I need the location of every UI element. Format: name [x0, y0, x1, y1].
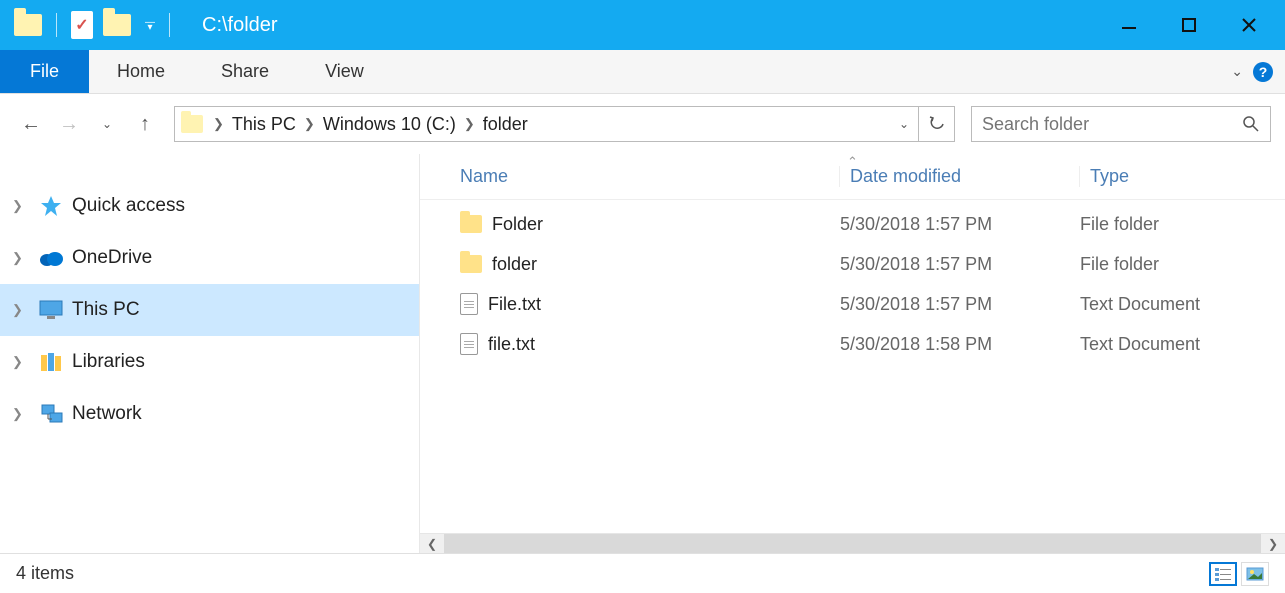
- breadcrumb[interactable]: folder: [475, 114, 536, 135]
- qat-new-folder-icon[interactable]: [103, 11, 131, 39]
- text-file-icon: [460, 293, 478, 315]
- file-name: file.txt: [488, 334, 535, 355]
- navigation-pane: ❯ Quick access ❯ OneDrive ❯ This PC ❯ Li…: [0, 154, 420, 553]
- file-tab[interactable]: File: [0, 50, 89, 93]
- pc-icon: [38, 297, 64, 323]
- breadcrumb[interactable]: This PC: [224, 114, 304, 135]
- expand-icon[interactable]: ❯: [12, 250, 30, 266]
- breadcrumb[interactable]: Windows 10 (C:): [315, 114, 464, 135]
- file-row[interactable]: file.txt 5/30/2018 1:58 PMText Document: [420, 324, 1285, 364]
- chevron-right-icon[interactable]: ❯: [464, 116, 475, 132]
- chevron-right-icon[interactable]: ❯: [213, 116, 224, 132]
- chevron-right-icon[interactable]: ❯: [304, 116, 315, 132]
- content-body: ❯ Quick access ❯ OneDrive ❯ This PC ❯ Li…: [0, 154, 1285, 553]
- tree-label: Libraries: [72, 351, 145, 373]
- file-type: Text Document: [1080, 334, 1280, 355]
- tree-item-libraries[interactable]: ❯ Libraries: [0, 336, 419, 388]
- navigation-bar: ← → ⌄ ↑ ❯ This PC ❯ Windows 10 (C:) ❯ fo…: [0, 94, 1285, 154]
- file-type: File folder: [1080, 214, 1280, 235]
- file-row[interactable]: Folder 5/30/2018 1:57 PMFile folder: [420, 204, 1285, 244]
- expand-icon[interactable]: ❯: [12, 198, 30, 214]
- expand-icon[interactable]: ❯: [12, 302, 30, 318]
- file-row[interactable]: folder 5/30/2018 1:57 PMFile folder: [420, 244, 1285, 284]
- help-button[interactable]: ?: [1253, 62, 1273, 82]
- file-name: Folder: [492, 214, 543, 235]
- file-modified: 5/30/2018 1:58 PM: [840, 334, 1080, 355]
- search-box[interactable]: [971, 106, 1271, 142]
- back-button[interactable]: ←: [14, 107, 48, 141]
- status-item-count: 4 items: [16, 563, 74, 584]
- search-input[interactable]: [982, 114, 1242, 135]
- search-icon[interactable]: [1242, 115, 1260, 133]
- minimize-button[interactable]: [1099, 0, 1159, 50]
- maximize-button[interactable]: [1159, 0, 1219, 50]
- share-tab[interactable]: Share: [193, 61, 297, 82]
- window-folder-icon: [14, 11, 42, 39]
- window-title: C:\folder: [202, 14, 278, 37]
- file-type: File folder: [1080, 254, 1280, 275]
- folder-icon: [460, 215, 482, 233]
- tree-item-network[interactable]: ❯ Network: [0, 388, 419, 440]
- column-header-name[interactable]: Name: [450, 166, 840, 187]
- details-view-button[interactable]: [1209, 562, 1237, 586]
- file-modified: 5/30/2018 1:57 PM: [840, 214, 1080, 235]
- close-button[interactable]: [1219, 0, 1279, 50]
- address-dropdown-icon[interactable]: ⌄: [890, 117, 918, 131]
- address-folder-icon: [181, 115, 203, 133]
- file-modified: 5/30/2018 1:57 PM: [840, 254, 1080, 275]
- file-name: folder: [492, 254, 537, 275]
- text-file-icon: [460, 333, 478, 355]
- file-row[interactable]: File.txt 5/30/2018 1:57 PMText Document: [420, 284, 1285, 324]
- qat-customize-button[interactable]: —▾: [145, 20, 155, 30]
- cloud-icon: [38, 245, 64, 271]
- refresh-button[interactable]: [918, 107, 954, 141]
- tree-label: Quick access: [72, 195, 185, 217]
- expand-icon[interactable]: ❯: [12, 354, 30, 370]
- file-type: Text Document: [1080, 294, 1280, 315]
- file-list: ⌃ Name Date modified Type Folder 5/30/201…: [420, 154, 1285, 553]
- scroll-right-icon[interactable]: ❯: [1261, 537, 1285, 551]
- address-bar[interactable]: ❯ This PC ❯ Windows 10 (C:) ❯ folder ⌄: [174, 106, 955, 142]
- tree-label: OneDrive: [72, 247, 152, 269]
- file-name: File.txt: [488, 294, 541, 315]
- title-bar: ✓ —▾ C:\folder: [0, 0, 1285, 50]
- horizontal-scrollbar[interactable]: ❮ ❯: [420, 533, 1285, 553]
- column-header-modified[interactable]: Date modified: [840, 166, 1080, 187]
- tree-item-onedrive[interactable]: ❯ OneDrive: [0, 232, 419, 284]
- folder-icon: [460, 255, 482, 273]
- large-icons-view-button[interactable]: [1241, 562, 1269, 586]
- status-bar: 4 items: [0, 553, 1285, 593]
- view-tab[interactable]: View: [297, 61, 392, 82]
- file-modified: 5/30/2018 1:57 PM: [840, 294, 1080, 315]
- up-button[interactable]: ↑: [128, 107, 162, 141]
- expand-icon[interactable]: ❯: [12, 406, 30, 422]
- minimize-ribbon-icon[interactable]: ⌄: [1231, 63, 1243, 80]
- tree-label: This PC: [72, 299, 140, 321]
- qat-properties-icon[interactable]: ✓: [71, 11, 93, 39]
- forward-button[interactable]: →: [52, 107, 86, 141]
- tree-label: Network: [72, 403, 142, 425]
- collapse-caret-icon[interactable]: ⌃: [847, 154, 858, 170]
- history-dropdown-icon[interactable]: ⌄: [90, 107, 124, 141]
- network-icon: [38, 401, 64, 427]
- tree-item-quick-access[interactable]: ❯ Quick access: [0, 180, 419, 232]
- ribbon: File Home Share View ⌄ ?: [0, 50, 1285, 94]
- tree-item-this-pc[interactable]: ❯ This PC: [0, 284, 419, 336]
- scroll-left-icon[interactable]: ❮: [420, 537, 444, 551]
- star-icon: [38, 193, 64, 219]
- column-header-type[interactable]: Type: [1080, 166, 1280, 187]
- libraries-icon: [38, 349, 64, 375]
- home-tab[interactable]: Home: [89, 61, 193, 82]
